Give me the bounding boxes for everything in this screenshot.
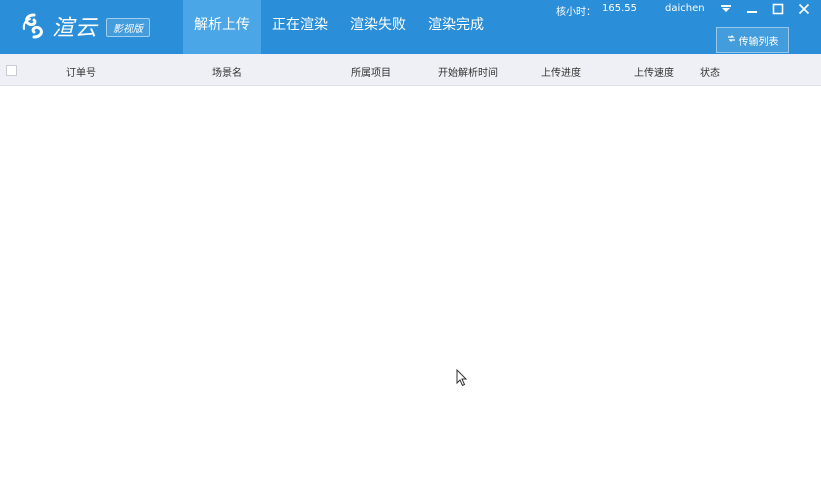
logo: 渲云 影视版: [20, 10, 151, 42]
edition-badge: 影视版: [106, 17, 151, 37]
maximize-icon[interactable]: [767, 0, 789, 18]
title-bar: 渲云 影视版 解析上传 正在渲染 渲染失败 渲染完成 核小时： 165.55 d…: [0, 0, 821, 54]
column-status[interactable]: 状态: [700, 64, 720, 79]
logo-text: 渲云: [52, 16, 99, 41]
tab-rendering[interactable]: 正在渲染: [261, 0, 339, 54]
table-header: 订单号 场景名 所属项目 开始解析时间 上传进度 上传速度 状态: [0, 54, 821, 86]
swirl-logo-icon: [20, 12, 48, 40]
transfer-icon: [727, 34, 736, 46]
dropdown-arrow-icon[interactable]: [715, 0, 737, 18]
column-order-number[interactable]: 订单号: [66, 64, 96, 79]
core-hours-label: 核小时：: [556, 7, 596, 18]
app-window: 渲云 影视版 解析上传 正在渲染 渲染失败 渲染完成 核小时： 165.55 d…: [0, 0, 821, 501]
column-scene-name[interactable]: 场景名: [212, 64, 242, 79]
transfer-list-label: 传输列表: [738, 36, 779, 48]
window-controls: [715, 0, 815, 18]
minimize-icon[interactable]: [741, 0, 763, 18]
mouse-cursor-icon: [456, 368, 468, 387]
main-nav: 解析上传 正在渲染 渲染失败 渲染完成: [183, 0, 495, 54]
column-upload-speed[interactable]: 上传速度: [634, 64, 674, 79]
table-body: [0, 86, 821, 501]
tab-render-complete[interactable]: 渲染完成: [417, 0, 495, 54]
column-upload-progress[interactable]: 上传进度: [541, 64, 581, 79]
tab-parse-upload[interactable]: 解析上传: [183, 0, 261, 54]
account-stats: 核小时： 165.55 daichen: [556, 3, 705, 18]
close-icon[interactable]: [793, 0, 815, 18]
tab-render-failed[interactable]: 渲染失败: [339, 0, 417, 54]
column-project[interactable]: 所属项目: [351, 64, 391, 79]
core-hours-value: 165.55: [602, 3, 637, 14]
select-all-checkbox[interactable]: [6, 65, 17, 76]
username[interactable]: daichen: [665, 3, 705, 18]
column-parse-start-time[interactable]: 开始解析时间: [438, 64, 498, 79]
transfer-list-button[interactable]: 传输列表: [716, 27, 789, 53]
